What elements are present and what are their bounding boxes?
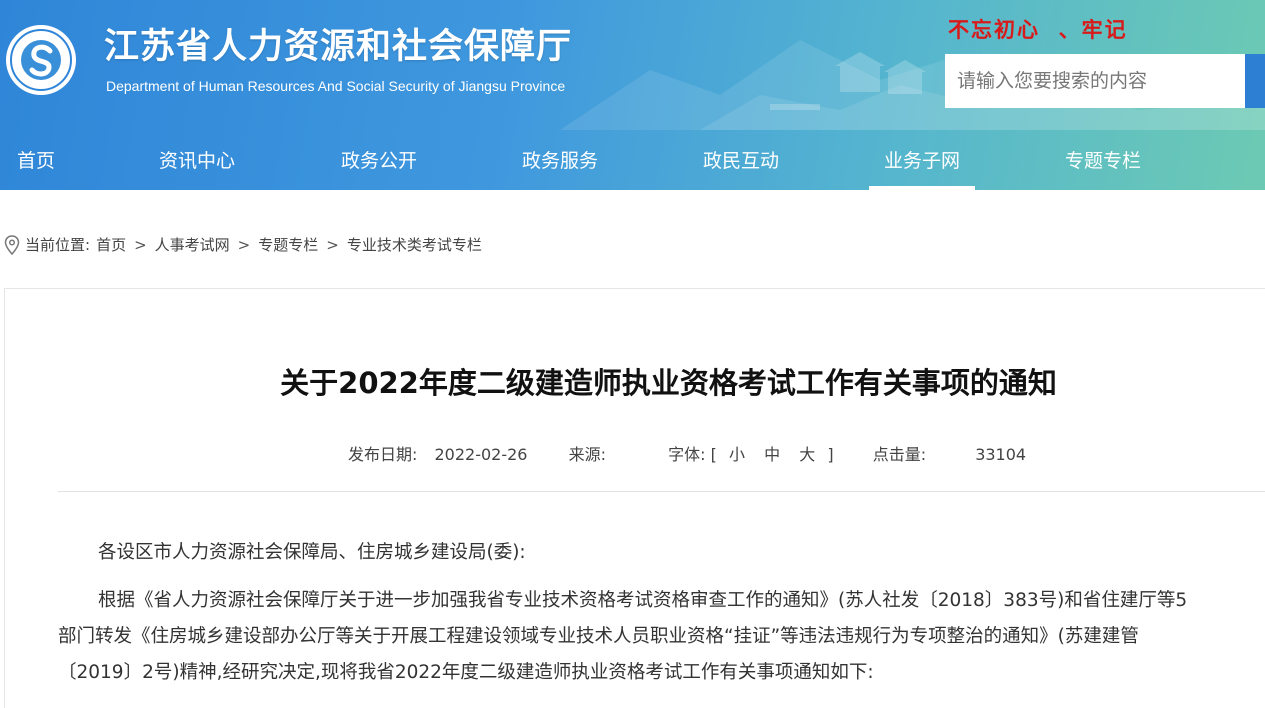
breadcrumb-separator: > (134, 236, 147, 254)
nav-government-services[interactable]: 政务服务 (507, 132, 613, 190)
breadcrumb-professional-exams[interactable]: 专业技术类考试专栏 (347, 232, 482, 258)
click-count: 33104 (975, 445, 1027, 464)
font-size-bracket-open: [ (710, 445, 717, 464)
article-body-line: 〔2019〕2号)精神,经研究决定,现将我省2022年度二级建造师执业资格考试工… (58, 662, 874, 683)
breadcrumb-special-topics[interactable]: 专题专栏 (258, 232, 318, 258)
site-header: 江苏省人力资源和社会保障厅 Department of Human Resour… (0, 0, 1265, 190)
location-pin-icon (4, 235, 20, 255)
font-size-small-button[interactable]: 小 (729, 441, 745, 465)
breadcrumb: 当前位置: 首页 > 人事考试网 > 专题专栏 > 专业技术类考试专栏 (4, 232, 482, 258)
breadcrumb-separator: > (326, 236, 339, 254)
nav-special-topics[interactable]: 专题专栏 (1050, 132, 1156, 190)
site-title: 江苏省人力资源和社会保障厅 (104, 27, 573, 67)
slogan: 不忘初心 、牢记 (948, 17, 1128, 42)
nav-public-interaction[interactable]: 政民互动 (688, 132, 794, 190)
article-greeting: 各设区市人力资源社会保障局、住房城乡建设局(委): (98, 542, 526, 563)
main-nav: 首页 资讯中心 政务公开 政务服务 政民互动 业务子网 专题专栏 (0, 132, 1265, 190)
font-size-label: 字体: (668, 445, 706, 464)
nav-business-subsites[interactable]: 业务子网 (869, 132, 975, 190)
site-subtitle: Department of Human Resources And Social… (106, 78, 566, 94)
article-body-line: 根据《省人力资源社会保障厅关于进一步加强我省专业技术资格考试资格审查工作的通知》… (98, 590, 1188, 611)
search-button[interactable] (1245, 54, 1265, 108)
nav-news-center[interactable]: 资讯中心 (144, 132, 250, 190)
article-title: 关于2022年度二级建造师执业资格考试工作有关事项的通知 (280, 366, 1057, 400)
click-count-label: 点击量: (872, 445, 927, 464)
search-input[interactable] (945, 54, 1245, 108)
breadcrumb-home[interactable]: 首页 (96, 232, 126, 258)
breadcrumb-separator: > (237, 236, 251, 254)
font-size-medium-button[interactable]: 中 (764, 441, 780, 465)
publish-date: 2022-02-26 (434, 445, 528, 464)
nav-government-affairs[interactable]: 政务公开 (326, 132, 432, 190)
meta-divider (58, 491, 1265, 492)
font-size-bracket-close: ] (827, 445, 834, 464)
font-size-large-button[interactable]: 大 (799, 441, 815, 465)
breadcrumb-exam-site[interactable]: 人事考试网 (155, 232, 230, 258)
breadcrumb-prefix: 当前位置: (25, 236, 91, 254)
nav-home[interactable]: 首页 (0, 132, 72, 190)
source-label: 来源: (568, 445, 606, 464)
article-body-line: 部门转发《住房城乡建设部办公厅等关于开展工程建设领域专业技术人员职业资格“挂证”… (58, 626, 1139, 647)
publish-date-label: 发布日期: (348, 445, 418, 464)
article-meta: 发布日期: 2022-02-26 来源: 字体: [ 小 中 大 ] 点击量: … (348, 441, 1026, 465)
department-logo (6, 25, 76, 95)
